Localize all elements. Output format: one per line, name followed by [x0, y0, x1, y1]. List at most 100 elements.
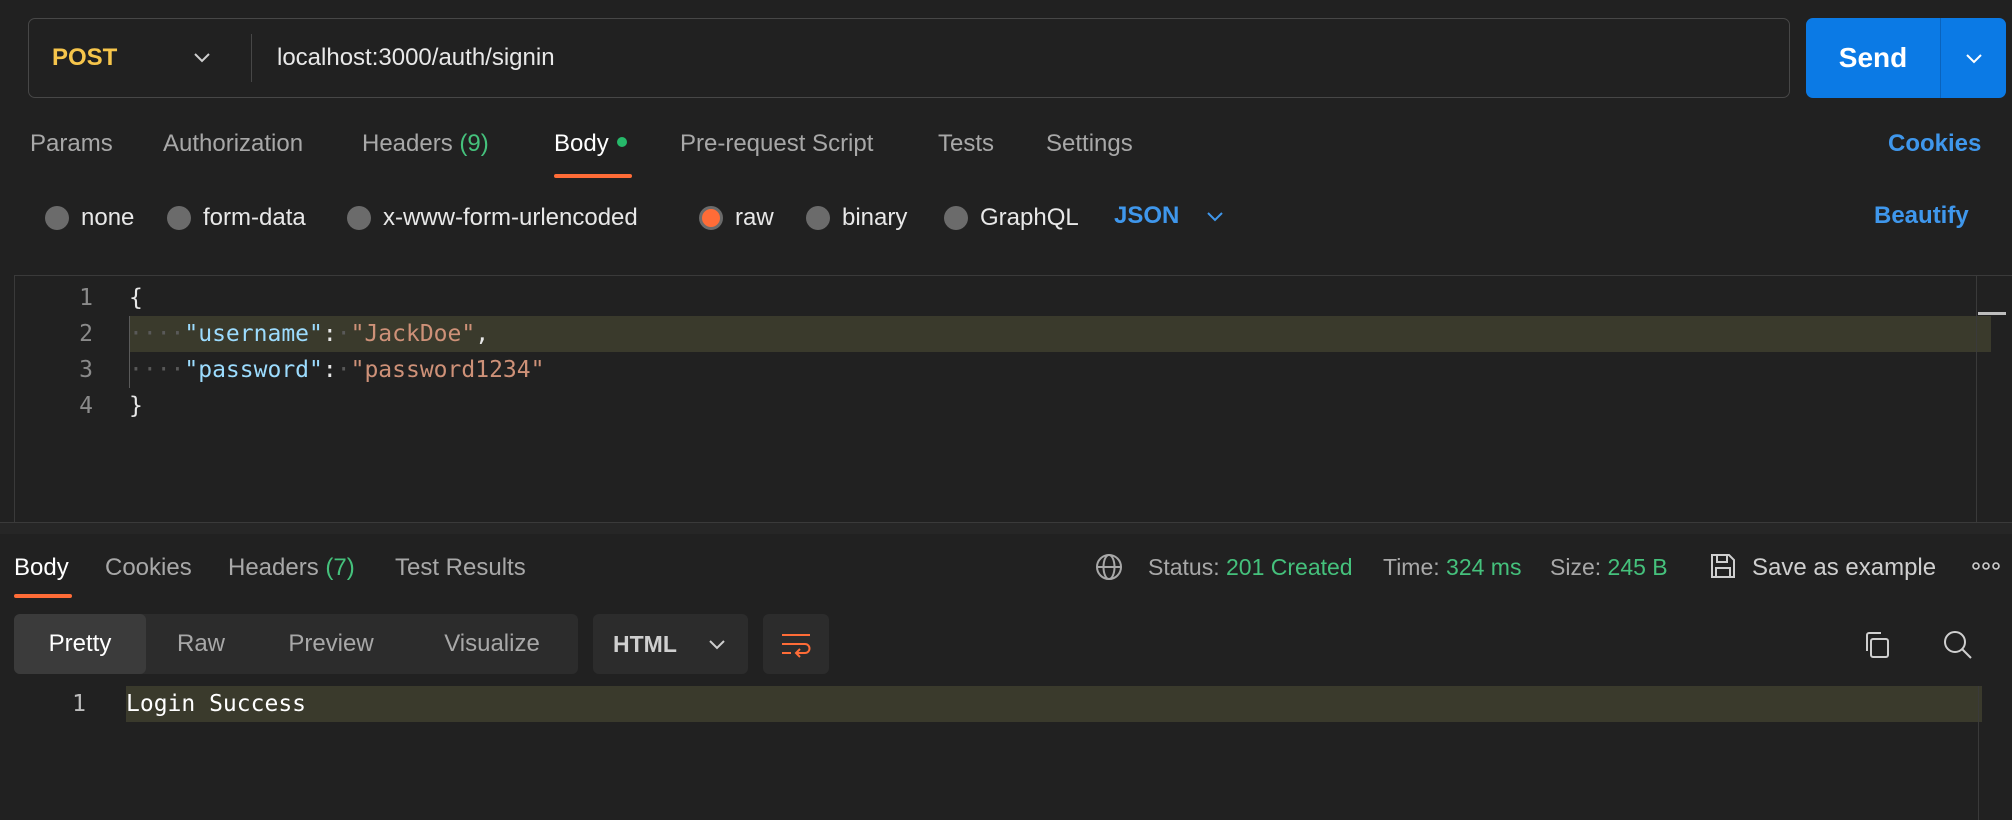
code-line: 2 ····"username":·"JackDoe", — [15, 316, 1991, 352]
cookies-link[interactable]: Cookies — [1888, 130, 1981, 158]
view-pretty[interactable]: Pretty — [14, 614, 146, 674]
radio-icon — [45, 206, 69, 230]
status-label: Status: — [1148, 554, 1220, 580]
word-wrap-button[interactable] — [763, 614, 829, 674]
radio-icon — [806, 206, 830, 230]
chevron-down-icon — [194, 53, 210, 63]
size-label: Size: — [1550, 554, 1602, 580]
radio-label: x-www-form-urlencoded — [383, 204, 638, 231]
active-tab-indicator — [554, 174, 632, 178]
tab-authorization[interactable]: Authorization — [163, 130, 303, 158]
line-number: 2 — [79, 321, 93, 347]
time-label: Time: — [1383, 554, 1440, 580]
request-url-bar: POST localhost:3000/auth/signin — [28, 18, 1790, 98]
line-number: 1 — [79, 285, 93, 311]
json-key: "password" — [184, 357, 323, 383]
save-icon[interactable] — [1708, 551, 1738, 581]
response-scrollbar[interactable] — [1978, 686, 1979, 820]
tab-headers-count: (9) — [459, 130, 489, 157]
code-line: 3 ····"password":·"password1234" — [15, 352, 1991, 388]
response-body-line: 1 Login Success — [0, 686, 1982, 722]
response-time: Time: 324 ms — [1383, 554, 1521, 581]
response-text: Login Success — [126, 691, 307, 717]
tab-body-label: Body — [554, 130, 609, 157]
json-key: "username" — [184, 321, 323, 347]
response-tab-test-results[interactable]: Test Results — [395, 554, 526, 582]
scrollbar-thumb[interactable] — [1978, 312, 2006, 315]
request-body-editor[interactable]: 1 { 2 ····"username":·"JackDoe", 3 ····"… — [14, 275, 2012, 522]
tab-body[interactable]: Body — [554, 130, 627, 158]
method-selector[interactable]: POST — [29, 19, 251, 97]
active-tab-indicator — [14, 594, 72, 598]
radio-form-data[interactable]: form-data — [167, 202, 306, 234]
view-raw[interactable]: Raw — [146, 614, 256, 674]
radio-none[interactable]: none — [45, 202, 134, 234]
language-selector[interactable]: JSON — [1114, 202, 1225, 230]
search-icon[interactable] — [1942, 629, 1974, 661]
response-format-selector[interactable]: HTML — [593, 614, 748, 674]
radio-label: binary — [842, 204, 908, 231]
radio-label: none — [81, 204, 135, 231]
code-text: ····"password":·"password1234" — [129, 357, 545, 383]
view-preview[interactable]: Preview — [256, 614, 406, 674]
tab-params[interactable]: Params — [30, 130, 113, 158]
response-tab-body[interactable]: Body — [14, 554, 69, 582]
json-string: "password1234" — [350, 357, 545, 383]
chevron-down-icon — [1207, 212, 1224, 222]
status-value: 201 Created — [1226, 554, 1353, 580]
code-text: ····"username":·"JackDoe", — [129, 321, 490, 347]
view-visualize[interactable]: Visualize — [406, 614, 578, 674]
radio-icon — [347, 206, 371, 230]
chevron-down-icon — [1965, 54, 1982, 64]
response-tab-headers-label: Headers — [228, 554, 319, 581]
response-tab-cookies[interactable]: Cookies — [105, 554, 192, 582]
response-tab-headers-count: (7) — [325, 554, 355, 581]
tab-prerequest-script[interactable]: Pre-request Script — [680, 130, 873, 158]
line-number: 3 — [79, 357, 93, 383]
format-label: HTML — [613, 630, 677, 657]
radio-binary[interactable]: binary — [806, 202, 907, 234]
response-size: Size: 245 B — [1550, 554, 1668, 581]
response-status: Status: 201 Created — [1148, 554, 1353, 581]
current-line-highlight — [126, 686, 1982, 722]
json-string: "JackDoe" — [350, 321, 476, 347]
globe-icon[interactable] — [1094, 552, 1124, 582]
radio-graphql[interactable]: GraphQL — [944, 202, 1079, 234]
code-line: 4 } — [15, 388, 1991, 424]
radio-label: form-data — [203, 204, 306, 231]
radio-selected-icon — [699, 206, 723, 230]
send-button[interactable]: Send — [1806, 42, 1940, 74]
radio-icon — [944, 206, 968, 230]
size-value: 245 B — [1607, 554, 1668, 580]
code-line: 1 { — [15, 280, 1991, 316]
send-button-group: Send — [1806, 18, 2006, 98]
pane-resize-handle[interactable] — [0, 522, 2012, 534]
response-view-mode: Pretty Raw Preview Visualize — [14, 614, 578, 674]
radio-label: GraphQL — [980, 204, 1079, 231]
response-tab-headers[interactable]: Headers (7) — [228, 554, 355, 582]
time-value: 324 ms — [1446, 554, 1522, 580]
more-options-icon[interactable] — [1971, 559, 2001, 573]
tab-headers[interactable]: Headers (9) — [362, 130, 489, 158]
tab-headers-label: Headers — [362, 130, 453, 157]
radio-label: raw — [735, 204, 774, 231]
radio-icon — [167, 206, 191, 230]
radio-urlencoded[interactable]: x-www-form-urlencoded — [347, 202, 638, 234]
line-number: 1 — [72, 691, 86, 717]
send-options-button[interactable] — [1941, 48, 2006, 68]
line-number: 4 — [79, 393, 93, 419]
code-text: } — [129, 393, 143, 419]
editor-scrollbar[interactable] — [1976, 275, 1977, 522]
modified-dot-icon — [616, 136, 627, 147]
beautify-button[interactable]: Beautify — [1874, 202, 1969, 230]
radio-raw[interactable]: raw — [699, 202, 774, 234]
tab-tests[interactable]: Tests — [938, 130, 994, 158]
wrap-lines-icon — [782, 634, 811, 658]
copy-icon[interactable] — [1862, 630, 1892, 660]
code-text: { — [129, 285, 143, 311]
save-as-example-button[interactable]: Save as example — [1752, 554, 1936, 582]
tab-settings[interactable]: Settings — [1046, 130, 1133, 158]
method-label: POST — [52, 44, 118, 71]
url-input[interactable]: localhost:3000/auth/signin — [252, 44, 555, 72]
language-label: JSON — [1114, 202, 1180, 229]
